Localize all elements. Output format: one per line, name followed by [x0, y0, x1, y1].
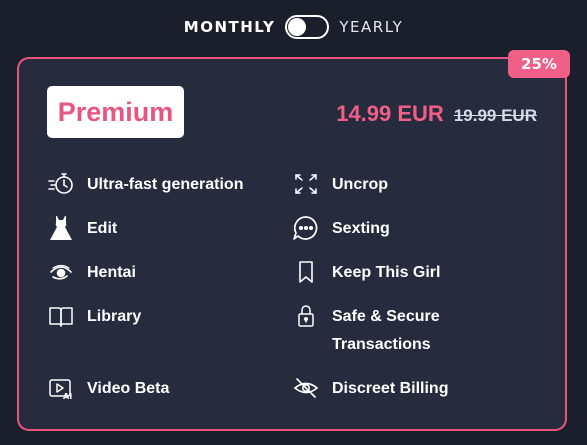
feature-label: Keep This Girl [332, 264, 441, 281]
feature-keep-this-girl: Keep This Girl [292, 259, 440, 287]
feature-label: Ultra-fast generation [87, 176, 244, 193]
expand-icon [292, 171, 320, 197]
discount-badge: 25% [508, 50, 570, 78]
switch-knob [288, 18, 307, 36]
feature-label: Uncrop [332, 176, 388, 193]
stopwatch-icon [47, 171, 75, 197]
feature-label: Hentai [87, 264, 136, 281]
feature-label: Library [87, 308, 142, 325]
feature-label: Edit [87, 220, 118, 237]
lock-icon [292, 303, 320, 329]
book-icon [47, 303, 75, 329]
yearly-label[interactable]: YEARLY [339, 18, 403, 36]
dress-icon [47, 215, 75, 241]
feature-uncrop: Uncrop [292, 171, 388, 199]
feature-label: Sexting [332, 220, 390, 237]
price-original: 19.99 EUR [453, 106, 537, 125]
plan-name: Premium [47, 86, 184, 138]
feature-safe-secure-transactions: Safe & Secure Transactions [292, 303, 492, 359]
feature-hentai: Hentai [47, 259, 136, 287]
feature-discreet-billing: Discreet Billing [292, 375, 448, 403]
feature-label: Video Beta [87, 380, 170, 397]
feature-video-beta: AI Video Beta [47, 375, 169, 403]
monthly-label[interactable]: MONTHLY [184, 18, 276, 36]
price-block: 14.99 EUR 19.99 EUR [336, 101, 537, 127]
feature-ultra-fast-generation: Ultra-fast generation [47, 171, 243, 199]
video-ai-icon: AI [47, 375, 75, 401]
billing-toggle: MONTHLY YEARLY [0, 15, 587, 39]
svg-text:AI: AI [63, 392, 72, 401]
bookmark-icon [292, 259, 320, 285]
eye-icon [47, 259, 75, 285]
feature-label: Safe & Secure Transactions [332, 308, 440, 353]
eye-off-icon [292, 375, 320, 401]
premium-plan-card[interactable]: 25% Premium 14.99 EUR 19.99 EUR Ultra-fa… [17, 50, 570, 431]
feature-label: Discreet Billing [332, 380, 449, 397]
price-current: 14.99 EUR [336, 101, 444, 126]
feature-library: Library [47, 303, 141, 331]
feature-edit: Edit [47, 215, 117, 243]
chat-bubble-icon [292, 215, 320, 241]
billing-period-switch[interactable] [285, 15, 330, 39]
feature-sexting: Sexting [292, 215, 390, 243]
